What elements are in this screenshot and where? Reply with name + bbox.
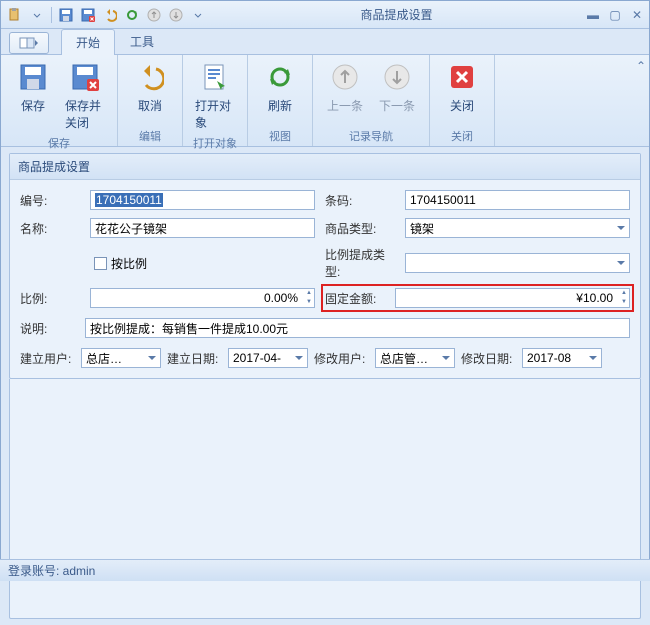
ribbon-group-edit: 取消 编辑 (118, 55, 183, 146)
arrow-down-icon (381, 61, 413, 93)
save-button[interactable]: 保存 (7, 59, 59, 116)
create-date-label: 建立日期: (167, 350, 222, 367)
close-window-button[interactable]: ✕ (629, 7, 645, 23)
name-field[interactable]: 花花公子镜架 (90, 218, 315, 238)
prev-label: 上一条 (327, 97, 363, 114)
undo-icon (134, 61, 166, 93)
refresh-label: 刷新 (268, 97, 292, 114)
qat-save-icon[interactable] (56, 5, 76, 25)
group-close-label: 关闭 (436, 126, 488, 144)
content-area: 商品提成设置 编号: 1704150011 条码: 1704150011 名称:… (1, 147, 649, 625)
ribbon-group-nav: 上一条 下一条 记录导航 (313, 55, 430, 146)
save-close-icon (69, 61, 101, 93)
fixed-label: 固定金额: (325, 290, 385, 307)
group-save-label: 保存 (7, 133, 111, 151)
cancel-label: 取消 (138, 97, 162, 114)
cancel-button[interactable]: 取消 (124, 59, 176, 116)
type-label: 商品类型: (325, 220, 395, 237)
qat-undo-icon[interactable] (100, 5, 120, 25)
qat-prev-icon[interactable] (144, 5, 164, 25)
qat-next-icon[interactable] (166, 5, 186, 25)
barcode-field[interactable]: 1704150011 (405, 190, 630, 210)
ribbon-group-open: 打开对象 打开对象 (183, 55, 248, 146)
open-object-button[interactable]: 打开对象 (189, 59, 241, 133)
code-label: 编号: (20, 192, 80, 209)
maximize-button[interactable]: ▢ (607, 7, 623, 23)
tab-tools[interactable]: 工具 (115, 28, 169, 54)
empty-body-area (9, 379, 641, 619)
ribbon-group-save: 保存 保存并关闭 保存 (1, 55, 118, 146)
refresh-icon (264, 61, 296, 93)
ribbon: 保存 保存并关闭 保存 取消 编辑 打开对象 打开对象 (1, 55, 649, 147)
qat-dropdown2-icon[interactable] (188, 5, 208, 25)
ribbon-tab-strip: 开始 工具 (1, 29, 649, 55)
group-edit-label: 编辑 (124, 126, 176, 144)
desc-field[interactable]: 按比例提成：每销售一件提成10.00元 (85, 318, 630, 338)
ratio-type-select[interactable] (405, 253, 630, 273)
code-field[interactable]: 1704150011 (90, 190, 315, 210)
ribbon-group-view: 刷新 视图 (248, 55, 313, 146)
app-menu-button[interactable] (9, 32, 49, 54)
modify-date-label: 修改日期: (461, 350, 516, 367)
panel-title: 商品提成设置 (10, 154, 640, 180)
ratio-label: 比例: (20, 290, 80, 307)
minimize-button[interactable]: ▬ (585, 7, 601, 23)
quick-access-toolbar (5, 5, 208, 25)
window-buttons: ▬ ▢ ✕ (585, 7, 645, 23)
fixed-field[interactable]: ¥10.00 (395, 288, 630, 308)
close-label: 关闭 (450, 97, 474, 114)
next-record-button[interactable]: 下一条 (371, 59, 423, 116)
form-panel: 商品提成设置 编号: 1704150011 条码: 1704150011 名称:… (9, 153, 641, 379)
status-bar: 登录账号: admin (0, 559, 650, 581)
close-button[interactable]: 关闭 (436, 59, 488, 116)
qat-refresh-icon[interactable] (122, 5, 142, 25)
group-view-label: 视图 (254, 126, 306, 144)
ribbon-group-close: 关闭 关闭 (430, 55, 495, 146)
by-ratio-checkbox[interactable]: 按比例 (90, 255, 315, 272)
window-title: 商品提成设置 (208, 6, 585, 23)
tab-start[interactable]: 开始 (61, 29, 115, 55)
ratio-type-label: 比例提成类型: (325, 246, 395, 280)
save-label: 保存 (21, 97, 45, 114)
titlebar: 商品提成设置 ▬ ▢ ✕ (1, 1, 649, 29)
prev-record-button[interactable]: 上一条 (319, 59, 371, 116)
modify-user-select[interactable]: 总店管… (375, 348, 455, 368)
save-close-button[interactable]: 保存并关闭 (59, 59, 111, 133)
fixed-amount-highlight: 固定金额: ¥10.00 (321, 284, 634, 312)
ribbon-collapse-button[interactable]: ⌃ (633, 55, 649, 146)
group-open-label: 打开对象 (189, 133, 241, 151)
barcode-label: 条码: (325, 192, 395, 209)
modify-user-label: 修改用户: (314, 350, 369, 367)
name-label: 名称: (20, 220, 80, 237)
save-icon (17, 61, 49, 93)
create-user-select[interactable]: 总店… (81, 348, 161, 368)
qat-save-close-icon[interactable] (78, 5, 98, 25)
arrow-up-icon (329, 61, 361, 93)
login-status: 登录账号: admin (8, 562, 95, 579)
desc-label: 说明: (20, 320, 75, 337)
checkbox-icon (94, 257, 107, 270)
modify-date-select[interactable]: 2017-08 (522, 348, 602, 368)
close-icon (446, 61, 478, 93)
create-user-label: 建立用户: (20, 350, 75, 367)
open-object-label: 打开对象 (195, 97, 235, 131)
refresh-button[interactable]: 刷新 (254, 59, 306, 116)
group-nav-label: 记录导航 (319, 126, 423, 144)
qat-dropdown-icon[interactable] (27, 5, 47, 25)
save-close-label: 保存并关闭 (65, 97, 105, 131)
ratio-field[interactable]: 0.00% (90, 288, 315, 308)
type-select[interactable]: 镜架 (405, 218, 630, 238)
qat-paste-icon[interactable] (5, 5, 25, 25)
open-object-icon (199, 61, 231, 93)
by-ratio-label: 按比例 (111, 255, 147, 272)
create-date-select[interactable]: 2017-04- (228, 348, 308, 368)
next-label: 下一条 (379, 97, 415, 114)
